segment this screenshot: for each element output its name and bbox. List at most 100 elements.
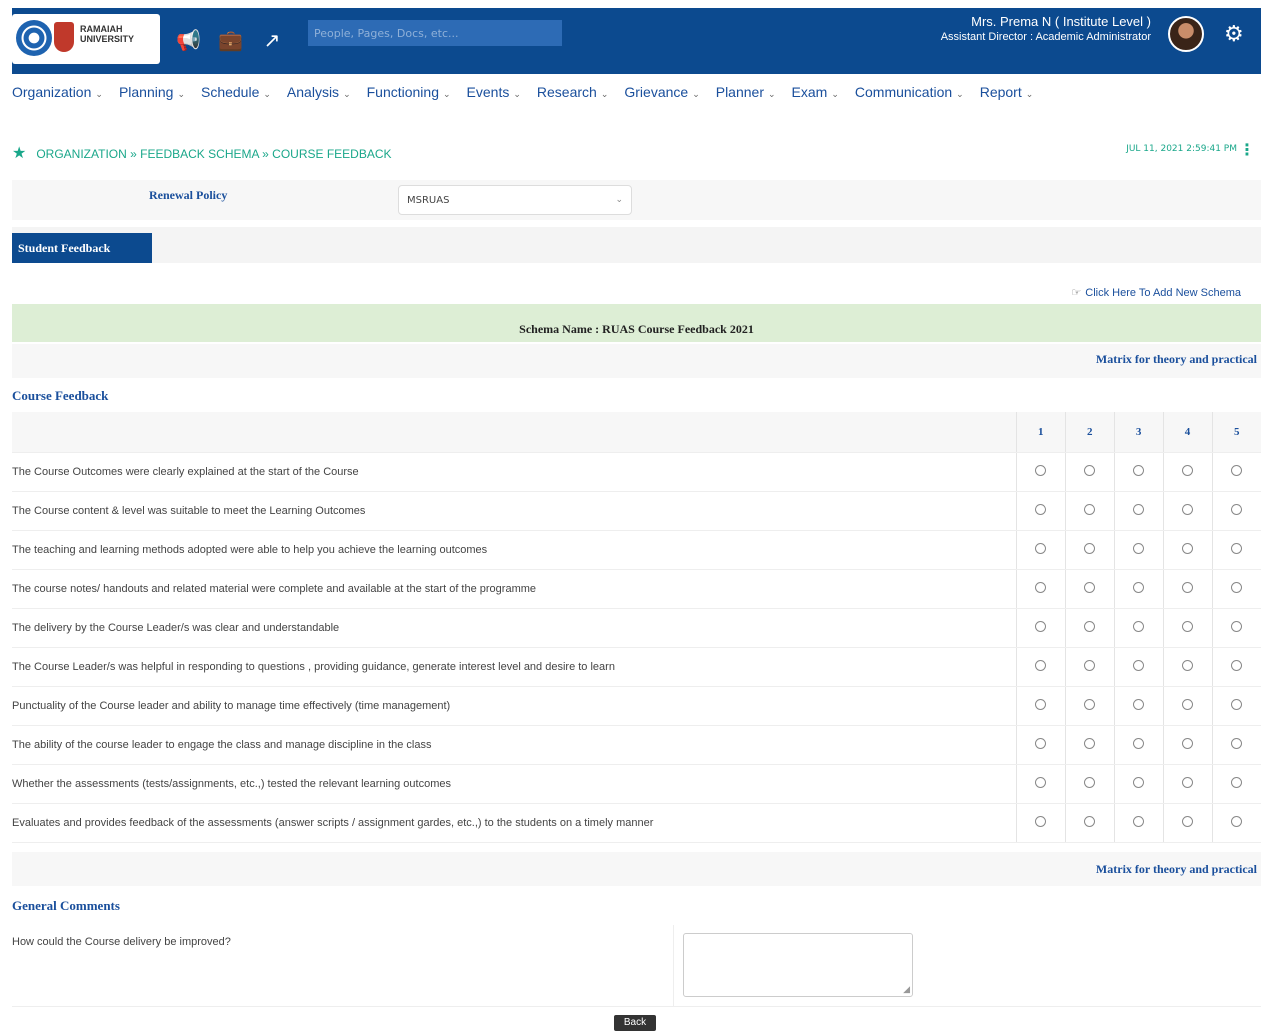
search-input[interactable] (308, 20, 562, 46)
rating-radio[interactable] (1231, 503, 1243, 515)
rating-radio[interactable] (1035, 737, 1047, 749)
rating-radio[interactable] (1182, 698, 1194, 710)
rating-radio[interactable] (1133, 620, 1145, 632)
rating-radio[interactable] (1084, 698, 1096, 710)
user-info[interactable]: Mrs. Prema N ( Institute Level ) Assista… (941, 14, 1151, 43)
external-link-icon[interactable]: ↗ (260, 28, 284, 52)
avatar[interactable] (1168, 16, 1204, 52)
tab-student-feedback[interactable]: Student Feedback (12, 233, 152, 263)
nav-analysis[interactable]: Analysis ⌄ (287, 84, 351, 110)
chevron-down-icon: ⌄ (95, 89, 103, 99)
nav-exam[interactable]: Exam ⌄ (792, 84, 839, 110)
question-text: The course notes/ handouts and related m… (12, 569, 1017, 609)
rating-radio[interactable] (1035, 503, 1047, 515)
rating-radio[interactable] (1182, 464, 1194, 476)
nav-communication[interactable]: Communication ⌄ (855, 84, 964, 110)
megaphone-icon[interactable]: 📢 (176, 28, 201, 52)
chevron-down-icon: ⌄ (343, 89, 351, 99)
rating-radio[interactable] (1231, 659, 1243, 671)
renewal-policy-select[interactable]: MSRUAS ⌄ (398, 185, 632, 215)
rating-radio[interactable] (1035, 581, 1047, 593)
rating-radio[interactable] (1231, 542, 1243, 554)
renewal-policy-value: MSRUAS (407, 195, 450, 206)
rating-radio[interactable] (1035, 815, 1047, 827)
scale-2: 2 (1064, 412, 1115, 453)
rating-radio[interactable] (1084, 815, 1096, 827)
rating-radio[interactable] (1133, 815, 1145, 827)
matrix-link-top[interactable]: Matrix for theory and practical (1096, 352, 1257, 367)
nav-schedule[interactable]: Schedule ⌄ (201, 84, 271, 110)
rating-radio[interactable] (1084, 620, 1096, 632)
rating-radio[interactable] (1084, 581, 1096, 593)
rating-radio[interactable] (1231, 698, 1243, 710)
rating-radio[interactable] (1133, 503, 1145, 515)
gear-icon[interactable]: ⚙ (1224, 22, 1244, 47)
star-icon[interactable]: ★ (12, 145, 26, 162)
rating-radio[interactable] (1182, 542, 1194, 554)
kebab-menu-icon[interactable]: ⋮ (1239, 140, 1255, 159)
nav-grievance[interactable]: Grievance ⌄ (624, 84, 699, 110)
nav-research[interactable]: Research ⌄ (537, 84, 608, 110)
rating-radio[interactable] (1035, 776, 1047, 788)
question-text: The Course Leader/s was helpful in respo… (12, 647, 1017, 687)
rating-radio[interactable] (1182, 776, 1194, 788)
question-text: The teaching and learning methods adopte… (12, 530, 1017, 570)
rating-radio[interactable] (1133, 542, 1145, 554)
rating-radio[interactable] (1133, 737, 1145, 749)
chevron-down-icon: ⌄ (768, 89, 776, 99)
rating-radio[interactable] (1231, 815, 1243, 827)
rating-radio[interactable] (1035, 698, 1047, 710)
nav-planning[interactable]: Planning ⌄ (119, 84, 185, 110)
comment-question: How could the Course delivery be improve… (12, 936, 231, 948)
nav-report[interactable]: Report ⌄ (980, 84, 1034, 110)
rating-radio[interactable] (1084, 464, 1096, 476)
resize-grip-icon[interactable]: ◢ (903, 985, 910, 995)
rating-radio[interactable] (1182, 581, 1194, 593)
nav-events[interactable]: Events ⌄ (467, 84, 521, 110)
rating-radio[interactable] (1035, 464, 1047, 476)
rating-radio[interactable] (1133, 659, 1145, 671)
breadcrumb-text[interactable]: ORGANIZATION » FEEDBACK SCHEMA » COURSE … (36, 147, 391, 161)
rating-radio[interactable] (1133, 464, 1145, 476)
rating-radio[interactable] (1182, 503, 1194, 515)
section-general-comments: General Comments (12, 898, 120, 913)
nav-organization[interactable]: Organization ⌄ (12, 84, 103, 110)
scale-3: 3 (1113, 412, 1164, 453)
rating-radio[interactable] (1084, 503, 1096, 515)
rating-radio[interactable] (1133, 776, 1145, 788)
rating-radio[interactable] (1182, 815, 1194, 827)
rating-radio[interactable] (1035, 542, 1047, 554)
chevron-down-icon: ⌄ (263, 89, 271, 99)
rating-radio[interactable] (1231, 737, 1243, 749)
rating-radio[interactable] (1231, 620, 1243, 632)
top-header: RAMAIAH UNIVERSITY 📢 💼 ↗ Mrs. Prema N ( … (12, 8, 1261, 74)
university-logo[interactable]: RAMAIAH UNIVERSITY (12, 14, 160, 64)
rating-radio[interactable] (1231, 464, 1243, 476)
matrix-stripe (12, 852, 1261, 886)
logo-line-1: RAMAIAH (80, 24, 123, 34)
matrix-link-bottom[interactable]: Matrix for theory and practical (1096, 862, 1257, 877)
question-text: Whether the assessments (tests/assignmen… (12, 764, 1017, 804)
rating-radio[interactable] (1084, 737, 1096, 749)
rating-radio[interactable] (1035, 659, 1047, 671)
briefcase-icon[interactable]: 💼 (218, 28, 243, 52)
logo-text: RAMAIAH UNIVERSITY (80, 24, 134, 44)
rating-radio[interactable] (1084, 542, 1096, 554)
back-button[interactable]: Back (614, 1015, 656, 1031)
rating-radio[interactable] (1084, 776, 1096, 788)
rating-radio[interactable] (1133, 698, 1145, 710)
rating-radio[interactable] (1231, 776, 1243, 788)
comment-textarea[interactable]: ◢ (683, 933, 913, 997)
rating-radio[interactable] (1133, 581, 1145, 593)
rating-radio[interactable] (1182, 620, 1194, 632)
chevron-down-icon: ⌄ (600, 89, 609, 99)
rating-radio[interactable] (1035, 620, 1047, 632)
rating-radio[interactable] (1084, 659, 1096, 671)
nav-functioning[interactable]: Functioning ⌄ (367, 84, 451, 110)
nav-planner[interactable]: Planner ⌄ (716, 84, 776, 110)
rating-radio[interactable] (1231, 581, 1243, 593)
table-row: The Course Leader/s was helpful in respo… (12, 647, 1261, 687)
add-schema-link[interactable]: ☞ Click Here To Add New Schema (1071, 286, 1241, 299)
rating-radio[interactable] (1182, 737, 1194, 749)
rating-radio[interactable] (1182, 659, 1194, 671)
